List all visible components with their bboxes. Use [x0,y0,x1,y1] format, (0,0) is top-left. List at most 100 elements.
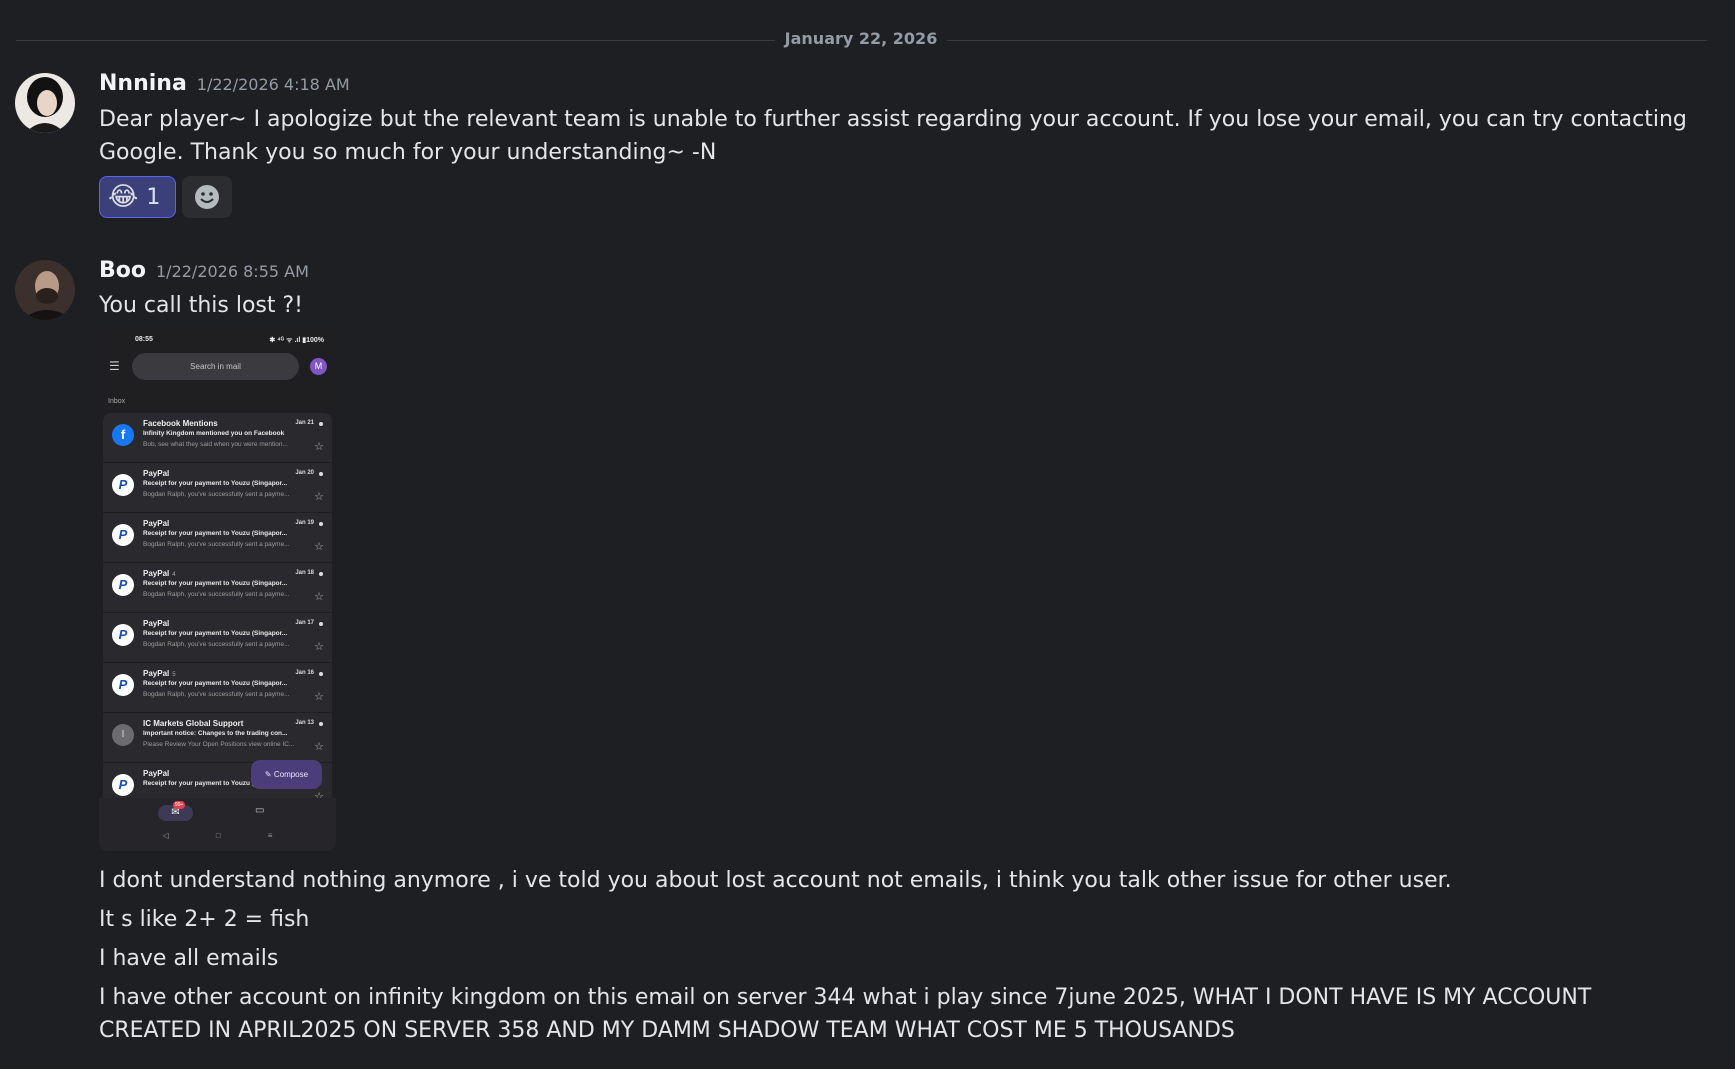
home-nav-icon: □ [215,831,221,840]
sender-name: PayPal [143,469,170,478]
email-subject: Receipt for your payment to Youzu (Singa… [143,630,288,637]
sender-icon: P [112,524,134,546]
timestamp: 1/22/2026 8:55 AM [156,262,309,281]
email-snippet: Bogdan Ralph, you've successfully sent a… [143,641,290,648]
message-text: I have other account on infinity kingdom… [99,985,1592,1043]
compose-button: ✎ Compose [251,760,322,789]
email-snippet: Please Review Your Open Positions view o… [143,741,295,748]
sender-icon: I [112,724,134,746]
video-meet-icon: ▭ [255,805,265,816]
account-avatar: M [310,358,327,375]
email-date: Jan 18 [295,570,314,576]
image-attachment[interactable]: 08:55 ✱ ⁴ᴳ ᯤ .ıl ▮100% ☰ Search in mail … [99,326,336,851]
email-sender: PayPal 4 [143,569,176,578]
avatar[interactable] [15,260,75,320]
sender-name: PayPal [143,569,170,578]
email-subject: Receipt for your payment to Youzu (Singa… [143,580,288,587]
email-row: I IC Markets Global Support Jan 13 Importan… [103,713,332,762]
date-divider-label: January 22, 2026 [774,29,948,48]
back-nav-icon: ◁ [162,831,169,840]
reaction-count: 1 [146,184,161,210]
sender-name: IC Markets Global Support [143,719,244,728]
sender-icon: P [112,674,134,696]
star-icon: ☆ [314,691,324,703]
email-snippet: Bob, see what they said when you were me… [143,441,288,448]
smiley-add-reaction-icon [195,185,219,209]
unread-dot [319,422,323,426]
email-sender: PayPal [143,769,172,778]
android-nav-bar: ◁ □ ≡ [99,831,336,840]
email-row: P PayPal 5 Jan 16 Receipt for your payment t… [103,663,332,712]
email-snippet: Bogdan Ralph, you've successfully sent a… [143,591,290,598]
sender-name: PayPal [143,769,170,778]
sender-icon: P [112,574,134,596]
phone-status-bar: 08:55 ✱ ⁴ᴳ ᯤ .ıl ▮100% [135,336,324,345]
sender-name: PayPal [143,619,170,628]
status-icons: ✱ ⁴ᴳ ᯤ .ıl ▮100% [269,337,324,344]
sender-name: PayPal [143,669,170,678]
unread-dot [319,622,323,626]
email-sender: PayPal [143,469,172,478]
email-date: Jan 17 [295,620,314,626]
email-list: f Facebook Mentions Jan 21 Infinity Kingdom… [103,413,332,813]
email-sender: PayPal [143,619,172,628]
star-icon: ☆ [314,541,324,553]
unread-dot [319,672,323,676]
email-sender: PayPal [143,519,172,528]
email-date: Jan 21 [295,420,314,426]
star-icon: ☆ [314,741,324,753]
email-snippet: Bogdan Ralph, you've successfully sent a… [143,541,290,548]
sender-icon: P [112,774,134,796]
message-text: It s like 2+ 2 = fish [99,907,310,932]
thread-count: 5 [172,672,176,678]
sender-icon: P [112,474,134,496]
email-subject: Receipt for your payment to Youzu (Singa… [143,680,288,687]
star-icon: ☆ [314,591,324,603]
unread-badge: 99+ [173,801,186,809]
star-icon: ☆ [314,441,324,453]
star-icon: ☆ [314,641,324,653]
email-date: Jan 20 [295,470,314,476]
email-date: Jan 16 [295,670,314,676]
hamburger-menu-icon: ☰ [109,359,120,373]
phone-bottom-bar: ✉ 99+ ▭ ◁ □ ≡ [99,798,336,851]
sender-icon: f [112,424,134,446]
status-time: 08:55 [135,336,153,343]
star-icon: ☆ [314,491,324,503]
add-reaction-button[interactable] [182,176,232,218]
author-name[interactable]: Boo [99,258,146,283]
email-snippet: Bogdan Ralph, you've successfully sent a… [143,491,290,498]
email-row: P PayPal Jan 17 Receipt for your payment to… [103,613,332,662]
unread-dot [319,522,323,526]
unread-dot [319,472,323,476]
compose-label: Compose [273,770,309,779]
recents-nav-icon: ≡ [267,831,273,840]
email-row: P PayPal Jan 20 Receipt for your payment to… [103,463,332,512]
email-sender: Facebook Mentions [143,419,221,428]
email-date: Jan 13 [295,720,314,726]
reaction-laughing[interactable]: 😂 1 [99,176,176,218]
email-row: P PayPal Jan 19 Receipt for your payment to… [103,513,332,562]
sender-name: Facebook Mentions [143,419,218,428]
message-text: You call this lost ?! [99,293,303,318]
email-snippet: Bogdan Ralph, you've successfully sent a… [143,691,290,698]
message-text: I have all emails [99,946,279,971]
unread-dot [319,572,323,576]
email-subject: Receipt for your payment to Youzu (Singa… [143,530,288,537]
email-sender: IC Markets Global Support [143,719,246,728]
avatar[interactable] [15,73,75,133]
date-divider: January 22, 2026 [0,29,1722,48]
author-name[interactable]: Nnnina [99,71,187,96]
timestamp: 1/22/2026 4:18 AM [196,75,350,94]
email-row: P PayPal 4 Jan 18 Receipt for your payment t… [103,563,332,612]
email-date: Jan 19 [295,520,314,526]
email-subject: Receipt for your payment to Youzu (Singa… [143,480,288,487]
laughing-emoji-icon: 😂 [108,182,139,212]
sender-icon: P [112,624,134,646]
unread-dot [319,722,323,726]
mail-search-field: Search in mail [132,353,299,380]
email-row: f Facebook Mentions Jan 21 Infinity Kingdom… [103,413,332,462]
sender-name: PayPal [143,519,170,528]
email-sender: PayPal 5 [143,669,176,678]
message-text: I dont understand nothing anymore , i ve… [99,868,1452,893]
